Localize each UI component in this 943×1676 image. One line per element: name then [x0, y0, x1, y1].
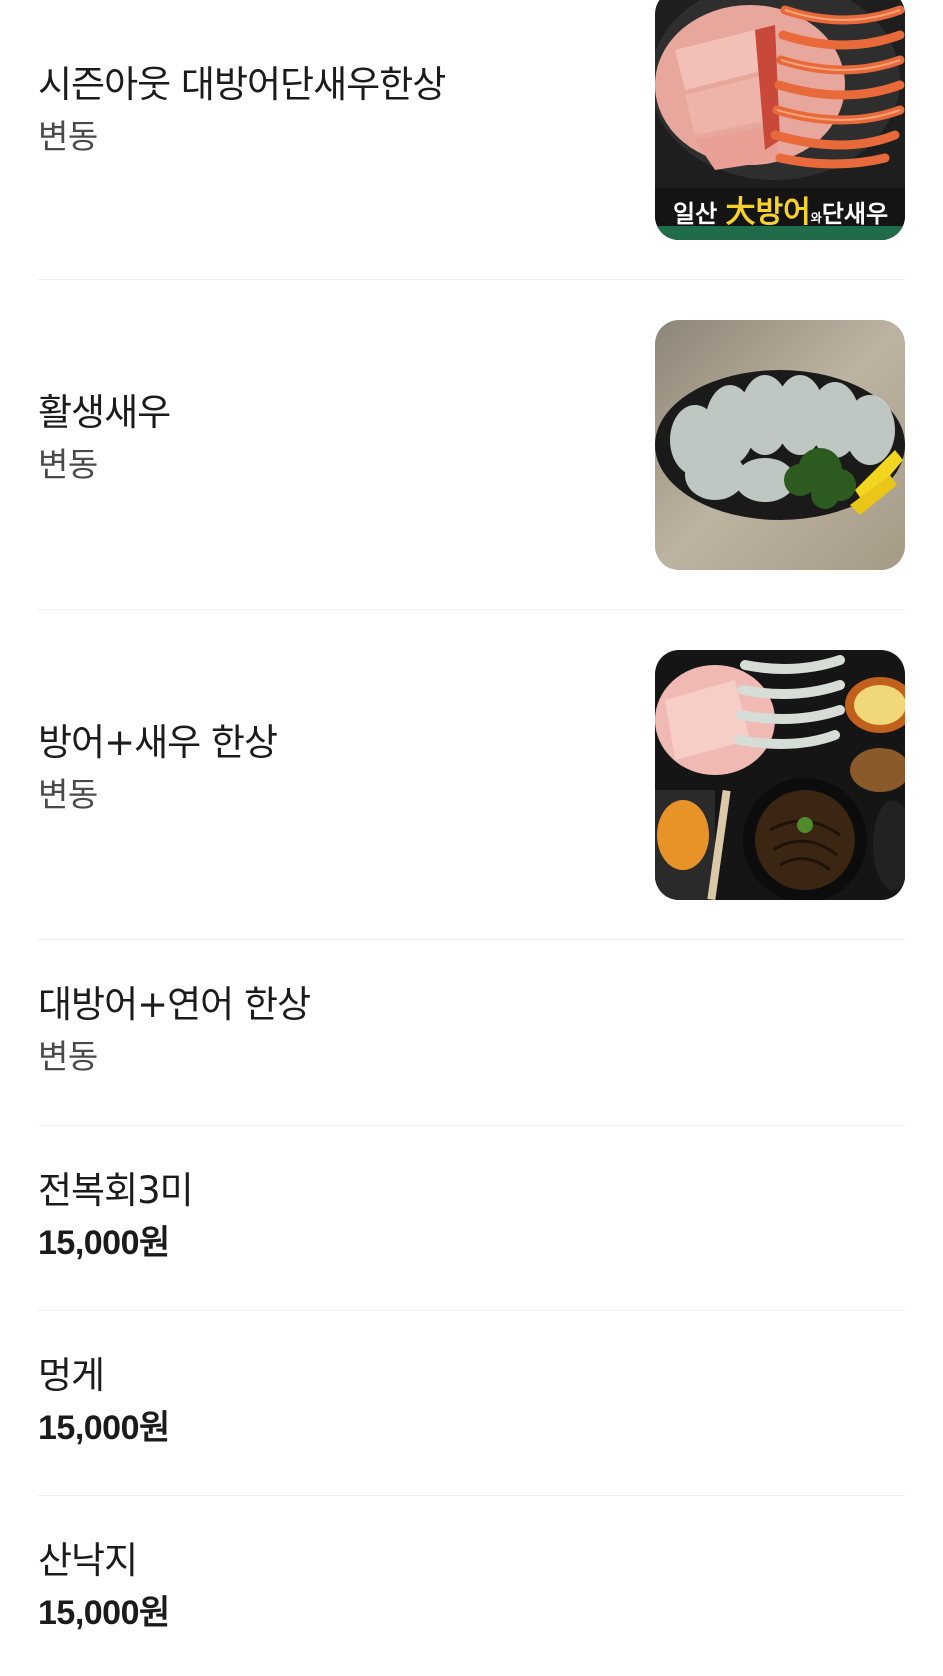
menu-item-price: 변동: [38, 445, 98, 484]
menu-item-price: 15,000원: [38, 1409, 170, 1447]
menu-item-name: 멍게: [38, 1354, 105, 1397]
menu-item[interactable]: 활생새우 변동: [38, 280, 905, 610]
menu-item-name: 시즌아웃 대방어단새우한상: [38, 63, 446, 106]
menu-item-price: 15,000원: [38, 1224, 170, 1262]
menu-item-price: 변동: [38, 775, 98, 814]
menu-item[interactable]: 전복회3미 15,000원: [38, 1126, 905, 1311]
menu-item-price: 변동: [38, 1037, 98, 1076]
menu-item-name: 대방어+연어 한상: [38, 983, 311, 1026]
menu-item-photo[interactable]: [655, 650, 905, 900]
photo-caption: 일산 大방어와단새우: [673, 195, 888, 230]
menu-item-photo[interactable]: 일산 大방어와단새우: [655, 0, 905, 240]
menu-item[interactable]: 대방어+연어 한상 변동: [38, 940, 905, 1126]
menu-item-photo[interactable]: [655, 320, 905, 570]
menu-item-name: 전복회3미: [38, 1169, 194, 1212]
menu-item-name: 활생새우: [38, 391, 171, 434]
menu-item-name: 방어+새우 한상: [38, 721, 278, 764]
menu-item-price: 변동: [38, 117, 98, 156]
menu-item[interactable]: 멍게 15,000원: [38, 1311, 905, 1496]
menu-item[interactable]: 산낙지 15,000원: [38, 1496, 905, 1676]
menu-item-price: 15,000원: [38, 1594, 170, 1632]
menu-item-name: 산낙지: [38, 1539, 138, 1582]
menu-item[interactable]: 방어+새우 한상 변동: [38, 610, 905, 940]
menu-item[interactable]: 시즌아웃 대방어단새우한상 변동 일산 大방어와단새우: [38, 0, 905, 280]
